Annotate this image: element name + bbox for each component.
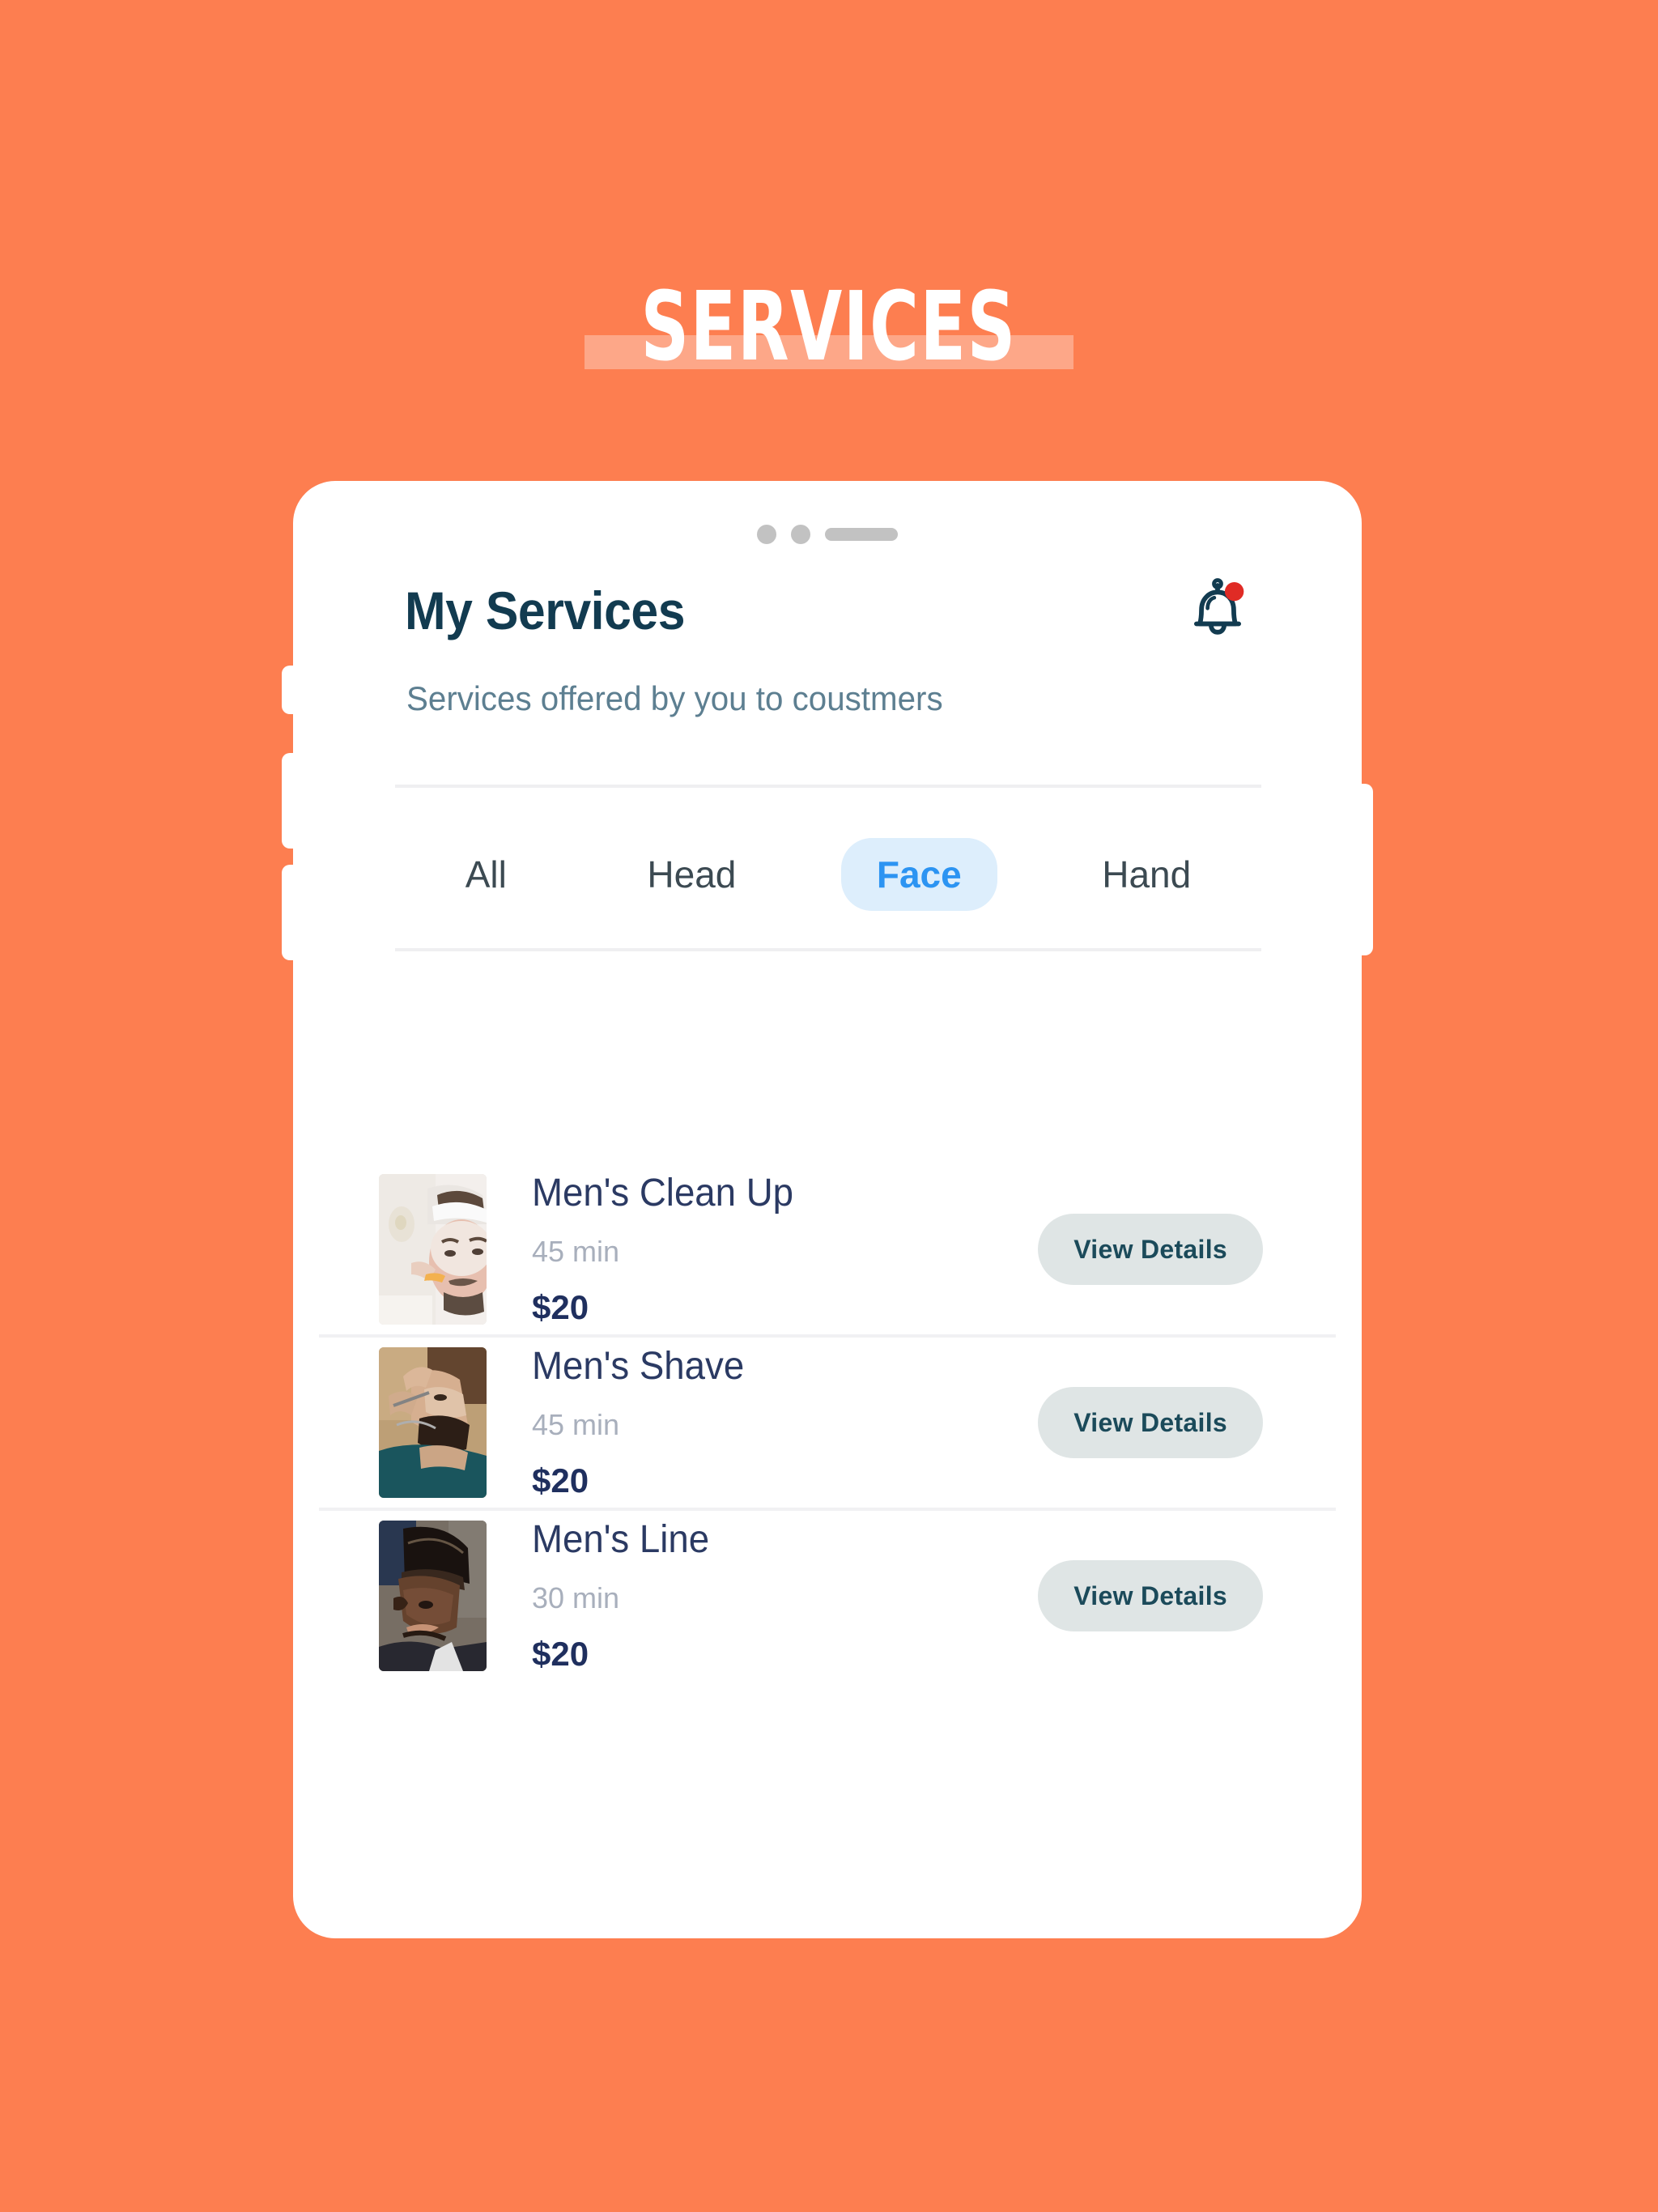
page-subtitle: Services offered by you to coustmers xyxy=(406,679,943,717)
page-title-inner: SERVICES xyxy=(583,279,1074,374)
table-row[interactable]: Men's Clean Up 45 min $20 View Details xyxy=(319,1164,1336,1334)
service-name: Men's Line xyxy=(532,1518,710,1561)
sensor-dot-icon xyxy=(791,525,810,544)
service-price: $20 xyxy=(532,1635,589,1673)
service-duration: 30 min xyxy=(532,1581,620,1614)
services-list: Men's Clean Up 45 min $20 View Details M… xyxy=(293,999,1362,1938)
page-heading: My Services xyxy=(405,581,686,640)
notification-button[interactable] xyxy=(1179,572,1256,649)
service-name: Men's Clean Up xyxy=(532,1172,793,1214)
bell-icon xyxy=(1193,578,1244,635)
tab-hand[interactable]: Hand xyxy=(1066,838,1226,911)
view-details-button[interactable]: View Details xyxy=(1038,1387,1263,1458)
page-title-area: SERVICES xyxy=(0,257,1658,395)
service-thumbnail xyxy=(379,1347,487,1498)
service-price: $20 xyxy=(532,1461,589,1499)
status-indicator-row xyxy=(757,525,898,544)
tabs-divider-top xyxy=(395,785,1261,788)
app-header: My Services xyxy=(405,572,1256,649)
tabs-divider-bottom xyxy=(395,948,1261,951)
mens-clean-up-photo xyxy=(379,1174,487,1325)
phone-mockup-card: My Services Services offered by you to c… xyxy=(293,481,1362,1938)
service-info: Men's Line 30 min $20 xyxy=(532,1521,1038,1671)
service-info: Men's Shave 45 min $20 xyxy=(532,1347,1038,1498)
speaker-bar-icon xyxy=(825,528,898,541)
tab-face[interactable]: Face xyxy=(840,838,997,911)
view-details-button[interactable]: View Details xyxy=(1038,1560,1263,1631)
service-thumbnail xyxy=(379,1174,487,1325)
category-tabs: All Head Face Hand xyxy=(395,805,1261,944)
tab-head[interactable]: Head xyxy=(611,838,772,911)
service-duration: 45 min xyxy=(532,1408,620,1441)
service-price: $20 xyxy=(532,1288,589,1326)
service-thumbnail xyxy=(379,1521,487,1671)
table-row[interactable]: Men's Shave 45 min $20 View Details xyxy=(319,1334,1336,1508)
service-info: Men's Clean Up 45 min $20 xyxy=(532,1174,1038,1325)
page-title: SERVICES xyxy=(640,270,1018,382)
tab-all[interactable]: All xyxy=(430,838,542,911)
table-row[interactable]: Men's Line 30 min $20 View Details xyxy=(319,1508,1336,1681)
view-details-button[interactable]: View Details xyxy=(1038,1214,1263,1285)
list-top-spacer xyxy=(293,999,1362,1164)
mens-shave-photo xyxy=(379,1347,487,1498)
mens-line-photo xyxy=(379,1521,487,1671)
service-name: Men's Shave xyxy=(532,1345,745,1388)
service-duration: 45 min xyxy=(532,1235,620,1268)
camera-dot-icon xyxy=(757,525,776,544)
